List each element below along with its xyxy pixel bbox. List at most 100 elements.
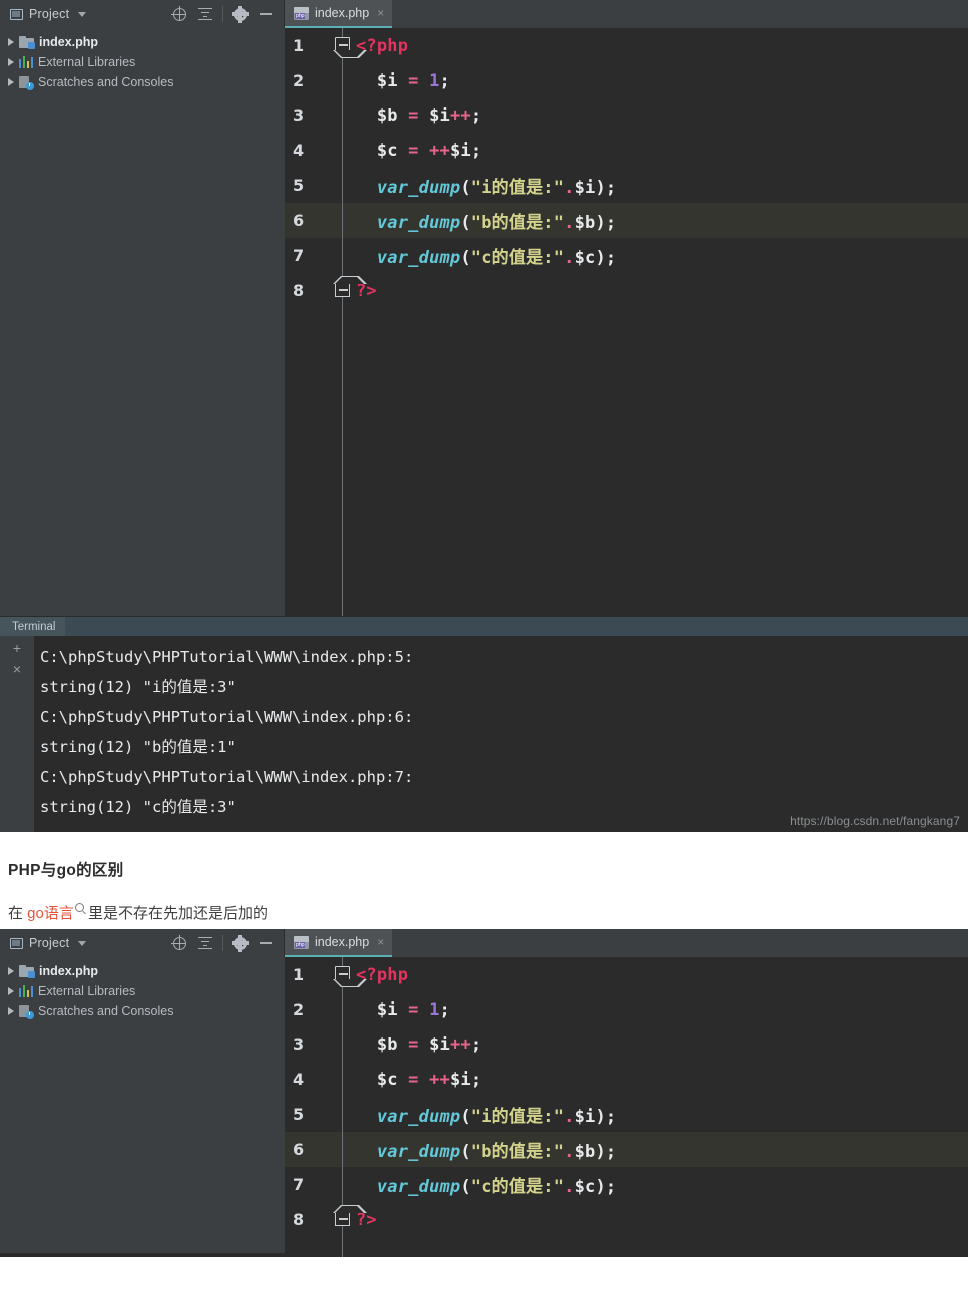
- code-line[interactable]: 3 $b = $i++;: [285, 1027, 968, 1062]
- code-line[interactable]: 3 $b = $i++;: [285, 98, 968, 133]
- code-line[interactable]: 8 ?>: [285, 1202, 968, 1237]
- line-number[interactable]: 7: [285, 246, 330, 265]
- minimize-icon[interactable]: [254, 2, 278, 26]
- collapse-all-icon[interactable]: [193, 931, 217, 955]
- code-fold-column[interactable]: [330, 238, 356, 273]
- code-text[interactable]: var_dump("b的值是:".$b);: [356, 208, 616, 233]
- expand-triangle-icon[interactable]: [8, 967, 14, 975]
- code-line[interactable]: 1 <?php: [285, 957, 968, 992]
- code-text[interactable]: $i = 1;: [356, 71, 450, 91]
- code-fold-column[interactable]: [330, 1062, 356, 1097]
- line-number[interactable]: 4: [285, 141, 330, 160]
- code-line[interactable]: 6 var_dump("b的值是:".$b);: [285, 1132, 968, 1167]
- code-fold-toggle-icon[interactable]: [333, 275, 367, 297]
- tree-item-scratches-and-consoles[interactable]: Scratches and Consoles: [0, 1001, 285, 1021]
- code-fold-column[interactable]: [330, 63, 356, 98]
- code-fold-column[interactable]: [330, 1202, 367, 1237]
- code-fold-column[interactable]: [330, 1097, 356, 1132]
- line-number[interactable]: 5: [285, 176, 330, 195]
- close-session-icon[interactable]: ×: [13, 662, 21, 676]
- code-lines[interactable]: 1 <?php 2 $i = 1; 3 $b = $i++; 4 $c = ++$i; 5…: [285, 957, 968, 1237]
- tree-item-external-libraries[interactable]: External Libraries: [0, 981, 285, 1001]
- code-line[interactable]: 4 $c = ++$i;: [285, 133, 968, 168]
- tab-terminal[interactable]: Terminal: [0, 616, 66, 637]
- close-icon[interactable]: ×: [375, 7, 384, 19]
- tab-index-php[interactable]: php index.php ×: [285, 0, 393, 28]
- line-number[interactable]: 5: [285, 1105, 330, 1124]
- code-fold-column[interactable]: [330, 28, 367, 63]
- close-icon[interactable]: ×: [375, 936, 384, 948]
- line-number[interactable]: 4: [285, 1070, 330, 1089]
- gear-icon[interactable]: [228, 931, 252, 955]
- terminal-output[interactable]: C:\phpStudy\PHPTutorial\WWW\index.php:5:…: [34, 636, 968, 832]
- code-lines[interactable]: 1 <?php 2 $i = 1; 3 $b = $i++; 4 $c = ++$i; 5…: [285, 28, 968, 308]
- line-number[interactable]: 3: [285, 106, 330, 125]
- locate-icon[interactable]: [167, 931, 191, 955]
- code-text[interactable]: var_dump("i的值是:".$i);: [356, 1102, 616, 1127]
- tree-item-index-php[interactable]: index.php: [0, 32, 285, 52]
- search-icon[interactable]: [74, 903, 84, 912]
- code-text[interactable]: $b = $i++;: [356, 106, 481, 126]
- editor-empty-area[interactable]: [285, 1237, 968, 1257]
- code-line[interactable]: 7 var_dump("c的值是:".$c);: [285, 1167, 968, 1202]
- code-line[interactable]: 7 var_dump("c的值是:".$c);: [285, 238, 968, 273]
- tree-item-external-libraries[interactable]: External Libraries: [0, 52, 285, 72]
- line-number[interactable]: 8: [285, 1210, 330, 1229]
- code-fold-column[interactable]: [330, 1132, 356, 1167]
- code-line[interactable]: 8 ?>: [285, 273, 968, 308]
- code-text[interactable]: var_dump("c的值是:".$c);: [356, 243, 616, 268]
- code-text[interactable]: var_dump("i的值是:".$i);: [356, 173, 616, 198]
- line-number[interactable]: 7: [285, 1175, 330, 1194]
- code-fold-toggle-icon[interactable]: [333, 966, 367, 988]
- code-fold-column[interactable]: [330, 1167, 356, 1202]
- code-fold-column[interactable]: [330, 133, 356, 168]
- line-number[interactable]: 3: [285, 1035, 330, 1054]
- code-fold-column[interactable]: [330, 168, 356, 203]
- tree-item-scratches-and-consoles[interactable]: Scratches and Consoles: [0, 72, 285, 92]
- tab-index-php[interactable]: php index.php ×: [285, 929, 393, 957]
- expand-triangle-icon[interactable]: [8, 38, 14, 46]
- code-text[interactable]: $b = $i++;: [356, 1035, 481, 1055]
- code-text[interactable]: var_dump("c的值是:".$c);: [356, 1172, 616, 1197]
- line-number[interactable]: 1: [285, 965, 330, 984]
- tree-item-index-php[interactable]: index.php: [0, 961, 285, 981]
- code-text[interactable]: $c = ++$i;: [356, 141, 481, 161]
- expand-triangle-icon[interactable]: [8, 1007, 14, 1015]
- gear-icon[interactable]: [228, 2, 252, 26]
- code-line[interactable]: 2 $i = 1;: [285, 63, 968, 98]
- code-fold-column[interactable]: [330, 992, 356, 1027]
- editor-empty-area[interactable]: [285, 308, 968, 616]
- line-number[interactable]: 2: [285, 71, 330, 90]
- project-panel-title-group[interactable]: Project: [10, 7, 87, 21]
- code-fold-toggle-icon[interactable]: [333, 1204, 367, 1226]
- code-fold-column[interactable]: [330, 98, 356, 133]
- code-line[interactable]: 2 $i = 1;: [285, 992, 968, 1027]
- code-line[interactable]: 5 var_dump("i的值是:".$i);: [285, 168, 968, 203]
- minimize-icon[interactable]: [254, 931, 278, 955]
- project-panel-title-group[interactable]: Project: [10, 936, 87, 950]
- chevron-down-icon[interactable]: [78, 11, 87, 17]
- expand-triangle-icon[interactable]: [8, 987, 14, 995]
- expand-triangle-icon[interactable]: [8, 78, 14, 86]
- code-fold-column[interactable]: [330, 203, 356, 238]
- code-text[interactable]: var_dump("b的值是:".$b);: [356, 1137, 616, 1162]
- code-fold-column[interactable]: [330, 1027, 356, 1062]
- expand-triangle-icon[interactable]: [8, 58, 14, 66]
- line-number[interactable]: 8: [285, 281, 330, 300]
- code-text[interactable]: $i = 1;: [356, 1000, 450, 1020]
- code-fold-column[interactable]: [330, 957, 367, 992]
- code-line[interactable]: 4 $c = ++$i;: [285, 1062, 968, 1097]
- keyword-link-go-language[interactable]: go语言: [27, 905, 74, 922]
- code-text[interactable]: $c = ++$i;: [356, 1070, 481, 1090]
- line-number[interactable]: 6: [285, 211, 330, 230]
- chevron-down-icon[interactable]: [78, 940, 87, 946]
- locate-icon[interactable]: [167, 2, 191, 26]
- code-editor[interactable]: 1 <?php 2 $i = 1; 3 $b = $i++; 4 $c = ++$i; 5…: [285, 28, 968, 616]
- line-number[interactable]: 1: [285, 36, 330, 55]
- collapse-all-icon[interactable]: [193, 2, 217, 26]
- new-session-icon[interactable]: +: [13, 641, 21, 655]
- code-fold-toggle-icon[interactable]: [333, 37, 367, 59]
- line-number[interactable]: 6: [285, 1140, 330, 1159]
- code-line[interactable]: 5 var_dump("i的值是:".$i);: [285, 1097, 968, 1132]
- code-fold-column[interactable]: [330, 273, 367, 308]
